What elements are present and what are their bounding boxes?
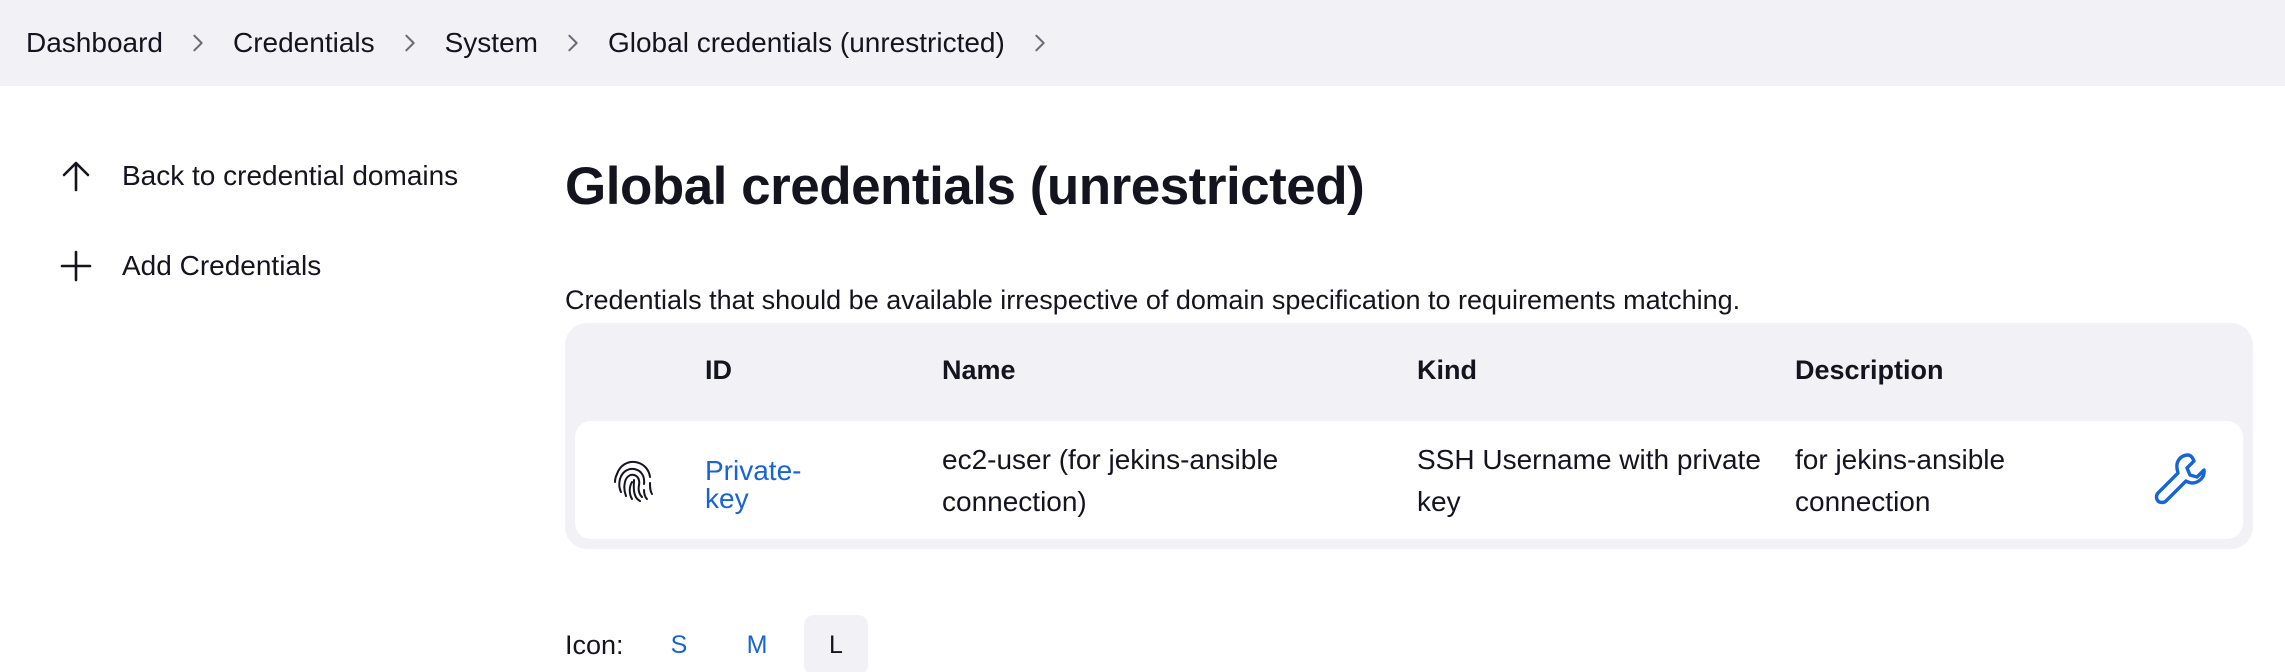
fingerprint-icon: [607, 454, 659, 506]
sidebar-item-label: Add Credentials: [122, 250, 322, 281]
breadcrumb-global-credentials[interactable]: Global credentials (unrestricted): [608, 27, 1005, 59]
arrow-up-icon: [56, 156, 96, 196]
chevron-right-icon[interactable]: [375, 0, 445, 86]
breadcrumb-system[interactable]: System: [445, 27, 538, 59]
page-title: Global credentials (unrestricted): [565, 157, 1365, 216]
column-header-kind[interactable]: Kind: [1417, 355, 1477, 386]
chevron-right-icon[interactable]: [1005, 0, 1075, 86]
credential-name: ec2-user (for jekins-ansible connection): [942, 444, 1279, 517]
icon-size-l-button[interactable]: L: [804, 615, 868, 672]
table-row: Private- key ec2-user (for jekins-ansibl…: [575, 421, 2243, 539]
back-to-credential-domains-link[interactable]: Back to credential domains: [56, 156, 458, 196]
chevron-right-icon[interactable]: [163, 0, 233, 86]
chevron-right-icon[interactable]: [538, 0, 608, 86]
sidebar-item-label: Back to credential domains: [122, 160, 459, 191]
credential-id-link[interactable]: Private- key: [705, 457, 801, 513]
icon-size-m-button[interactable]: M: [725, 615, 789, 672]
column-header-name[interactable]: Name: [942, 355, 1016, 386]
breadcrumb: Dashboard Credentials System Global cred…: [0, 0, 2285, 86]
breadcrumb-credentials[interactable]: Credentials: [233, 27, 375, 59]
add-credentials-link[interactable]: Add Credentials: [56, 246, 321, 286]
plus-icon: [56, 246, 96, 286]
credential-description: for jekins-ansible connection: [1795, 444, 2006, 517]
credentials-table: ID Name Kind Description Private- key ec…: [565, 323, 2253, 549]
column-header-description[interactable]: Description: [1795, 355, 1944, 386]
page-description: Credentials that should be available irr…: [565, 285, 1741, 315]
breadcrumb-dashboard[interactable]: Dashboard: [26, 27, 163, 59]
icon-size-selector: Icon: S M L: [565, 615, 965, 672]
icon-size-s-button[interactable]: S: [647, 615, 711, 672]
wrench-icon[interactable]: [2151, 449, 2211, 509]
icon-size-label: Icon:: [565, 630, 624, 660]
column-header-id[interactable]: ID: [705, 355, 732, 386]
credential-kind: SSH Username with private key: [1417, 444, 1761, 517]
